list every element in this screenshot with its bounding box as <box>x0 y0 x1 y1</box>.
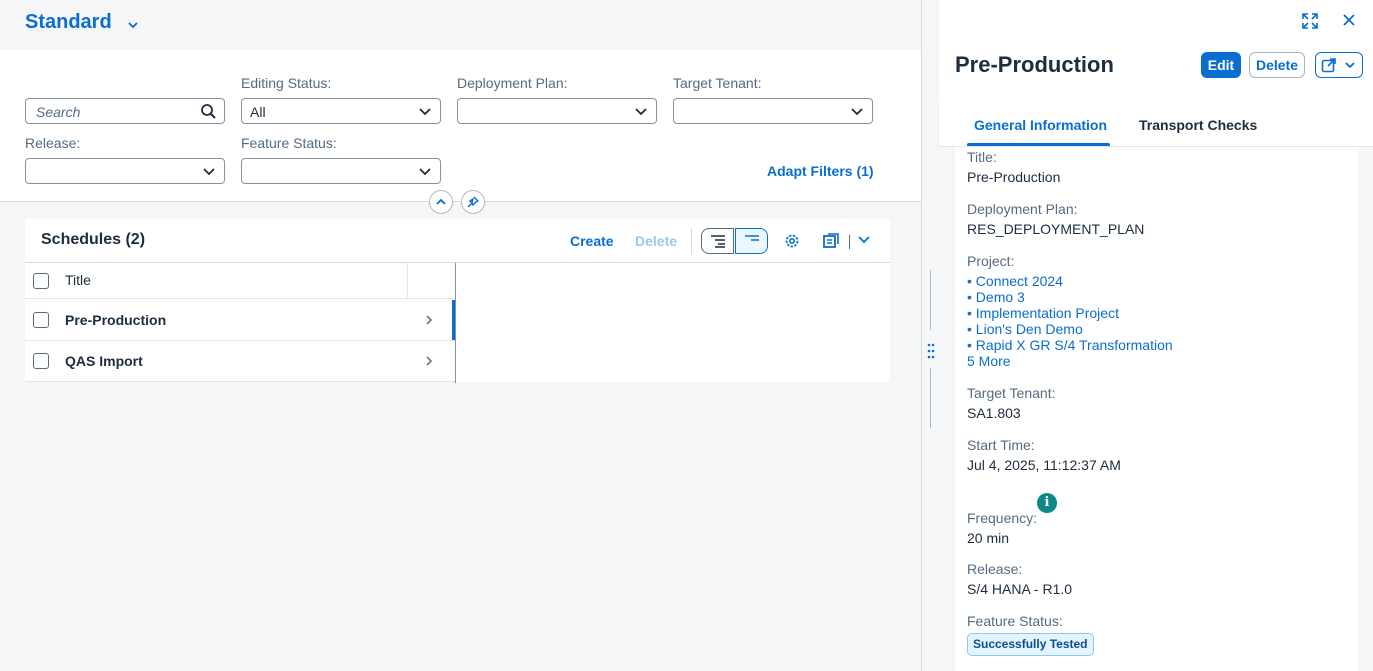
search-placeholder: Search <box>36 104 81 120</box>
table-row[interactable]: QAS Import <box>25 341 455 382</box>
search-icon[interactable] <box>200 103 217 120</box>
table-title: Schedules (2) <box>41 231 146 248</box>
project-link[interactable]: • Implementation Project <box>967 305 1119 321</box>
editing-status-value: All <box>250 104 266 120</box>
more-projects-link[interactable]: 5 More <box>967 353 1011 369</box>
chevron-down-icon <box>851 108 863 116</box>
status-badge: Successfully Tested <box>967 633 1094 656</box>
delete-object-button[interactable]: Delete <box>1249 52 1305 78</box>
release-label: Release: <box>25 135 81 151</box>
variant-title[interactable]: Standard <box>25 11 112 34</box>
object-page-pane: Pre-Production Edit Delete General Infor… <box>939 0 1373 671</box>
collapse-icon <box>436 198 446 205</box>
target-tenant-value: SA1.803 <box>967 405 1021 421</box>
info-icon[interactable]: i <box>1037 493 1057 513</box>
text-align-icon <box>711 235 725 248</box>
content-margin <box>939 147 955 671</box>
grid-divider <box>455 263 456 383</box>
layout-toggle-left[interactable] <box>701 228 734 254</box>
row-title: Pre-Production <box>65 312 167 328</box>
release-value: S/4 HANA - R1.0 <box>967 581 1073 597</box>
toolbar-separator <box>849 235 850 249</box>
tab-general-information[interactable]: General Information <box>974 117 1107 133</box>
text-align-icon <box>745 235 759 241</box>
chevron-right-icon[interactable] <box>423 314 435 326</box>
list-report-pane: Standard Search Editing Status: All Depl… <box>0 0 921 671</box>
feature-status-select[interactable] <box>241 158 441 184</box>
fullscreen-icon[interactable] <box>1301 12 1319 30</box>
close-icon[interactable] <box>1342 13 1356 27</box>
schedules-table: Title Pre-Production QAS Import <box>25 262 890 383</box>
filter-bar: Search Editing Status: All Deployment Pl… <box>0 50 921 214</box>
chevron-down-icon <box>203 168 215 176</box>
project-label: Project: <box>967 253 1015 269</box>
export-icon[interactable] <box>822 232 840 250</box>
collapse-header-button[interactable] <box>429 190 453 214</box>
tab-transport-checks[interactable]: Transport Checks <box>1139 117 1257 133</box>
project-link[interactable]: • Connect 2024 <box>967 273 1063 289</box>
edit-button[interactable]: Edit <box>1201 52 1241 78</box>
splitter-line <box>930 270 931 330</box>
object-title: Pre-Production <box>955 52 1114 77</box>
chevron-down-icon[interactable] <box>857 233 871 247</box>
title-value: Pre-Production <box>967 169 1061 185</box>
general-information-section: Title: Pre-Production Deployment Plan: R… <box>955 147 1358 671</box>
deployment-plan-label: Deployment Plan: <box>457 75 568 91</box>
start-time-value: Jul 4, 2025, 11:12:37 AM <box>967 457 1121 473</box>
select-all-checkbox[interactable] <box>33 273 49 289</box>
column-splitter[interactable] <box>921 0 939 671</box>
target-tenant-label: Target Tenant: <box>967 385 1056 401</box>
deployment-plan-value: RES_DEPLOYMENT_PLAN <box>967 221 1145 237</box>
project-link[interactable]: • Demo 3 <box>967 289 1025 305</box>
delete-button[interactable]: Delete <box>635 233 677 249</box>
row-title: QAS Import <box>65 353 143 369</box>
table-header-row: Title <box>25 263 455 299</box>
title-label: Title: <box>967 149 997 165</box>
chevron-right-icon[interactable] <box>423 355 435 367</box>
chevron-down-icon <box>419 108 431 116</box>
release-label: Release: <box>967 561 1023 577</box>
row-checkbox[interactable] <box>33 353 49 369</box>
start-time-label: Start Time: <box>967 437 1035 453</box>
settings-icon[interactable] <box>783 232 801 250</box>
chevron-down-icon[interactable] <box>126 18 140 32</box>
active-tab-indicator <box>967 143 1110 146</box>
row-checkbox[interactable] <box>33 312 49 328</box>
chevron-down-icon <box>1345 62 1355 69</box>
column-divider <box>407 263 408 299</box>
column-header-title: Title <box>65 272 91 288</box>
tab-bar: General Information Transport Checks <box>939 104 1373 147</box>
deployment-plan-label: Deployment Plan: <box>967 201 1078 217</box>
splitter-line <box>930 368 931 428</box>
share-menu-button[interactable] <box>1315 52 1363 78</box>
search-input[interactable]: Search <box>25 98 225 124</box>
chevron-down-icon <box>419 168 431 176</box>
target-tenant-select[interactable] <box>673 98 873 124</box>
feature-status-label: Feature Status: <box>241 135 337 151</box>
project-link[interactable]: • Rapid X GR S/4 Transformation <box>967 337 1173 353</box>
editing-status-label: Editing Status: <box>241 75 332 91</box>
frequency-value: 20 min <box>967 530 1010 546</box>
feature-status-label: Feature Status: <box>967 613 1063 629</box>
frequency-label: Frequency: <box>967 510 1038 526</box>
content-margin <box>1358 147 1373 671</box>
layout-toggle-right[interactable] <box>735 228 768 254</box>
toolbar-separator <box>691 228 692 254</box>
adapt-filters-button[interactable]: Adapt Filters (1) <box>767 163 874 179</box>
schedules-table-card: Schedules (2) Create Delete Title Pre-Pr… <box>25 219 890 383</box>
editing-status-select[interactable]: All <box>241 98 441 124</box>
grip-icon[interactable] <box>927 342 935 360</box>
target-tenant-label: Target Tenant: <box>673 75 762 91</box>
share-icon <box>1321 58 1336 73</box>
pin-header-button[interactable] <box>461 190 485 214</box>
chevron-down-icon <box>635 108 647 116</box>
project-link[interactable]: • Lion's Den Demo <box>967 321 1083 337</box>
variant-bar: Standard <box>0 0 921 50</box>
release-select[interactable] <box>25 158 225 184</box>
pin-icon <box>467 196 479 208</box>
deployment-plan-select[interactable] <box>457 98 657 124</box>
table-row[interactable]: Pre-Production <box>25 299 455 341</box>
create-button[interactable]: Create <box>570 233 614 249</box>
